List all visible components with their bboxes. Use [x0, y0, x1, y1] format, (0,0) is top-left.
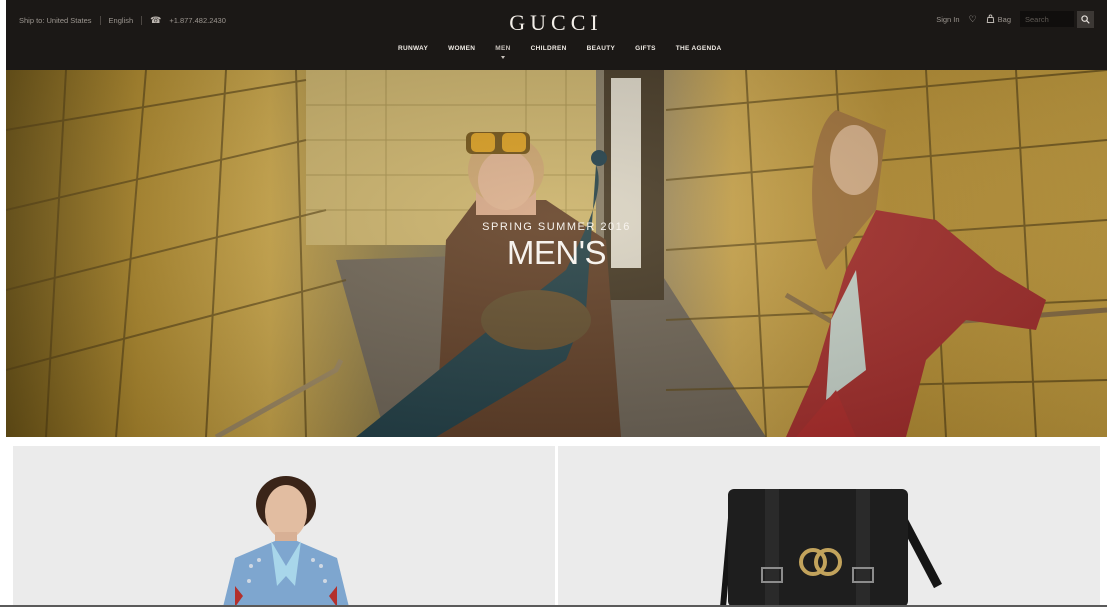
hero-banner[interactable]: SPRING SUMMER 2016 MEN'S — [6, 70, 1107, 437]
ship-to-link[interactable]: Ship to: United States — [19, 16, 92, 25]
bag-product-image — [720, 488, 942, 607]
product-tile-bag[interactable] — [558, 446, 1100, 607]
product-tile-jacket[interactable] — [13, 446, 555, 607]
nav-item-gifts[interactable]: GIFTS — [635, 45, 656, 52]
bag-label: Bag — [997, 14, 1011, 24]
language-link[interactable]: English — [109, 16, 134, 25]
jacket-product-image — [223, 476, 349, 607]
divider — [99, 15, 101, 25]
site-header: Ship to: United States English ☎ +1.877.… — [6, 0, 1107, 70]
hero-title: MEN'S — [506, 234, 607, 271]
nav-item-children[interactable]: CHILDREN — [531, 45, 567, 52]
utility-bar-left: Ship to: United States English ☎ +1.877.… — [19, 14, 226, 26]
search-icon — [1081, 14, 1090, 24]
main-nav: RUNWAY WOMEN MEN CHILDREN BEAUTY GIFTS T… — [398, 45, 722, 59]
divider — [141, 15, 143, 25]
nav-item-runway[interactable]: RUNWAY — [398, 45, 428, 52]
gucci-logo[interactable]: GUCCI — [486, 10, 626, 36]
heart-icon[interactable]: ♡ — [969, 14, 977, 25]
bag-icon — [986, 14, 995, 25]
nav-item-beauty[interactable]: BEAUTY — [587, 45, 616, 52]
hero-subtitle: SPRING SUMMER 2016 — [482, 221, 631, 233]
search-input[interactable] — [1020, 11, 1074, 27]
nav-item-women[interactable]: WOMEN — [448, 45, 475, 52]
bag-link[interactable]: Bag — [986, 14, 1011, 25]
utility-bar-right: Sign In ♡ Bag — [936, 9, 1094, 29]
nav-item-the-agenda[interactable]: THE AGENDA — [676, 45, 722, 52]
sign-in-link[interactable]: Sign In — [936, 15, 959, 24]
search-button[interactable] — [1077, 10, 1094, 28]
nav-item-men[interactable]: MEN — [495, 45, 510, 59]
phone-icon: ☎ — [150, 14, 162, 25]
phone-number[interactable]: +1.877.482.2430 — [169, 16, 226, 25]
